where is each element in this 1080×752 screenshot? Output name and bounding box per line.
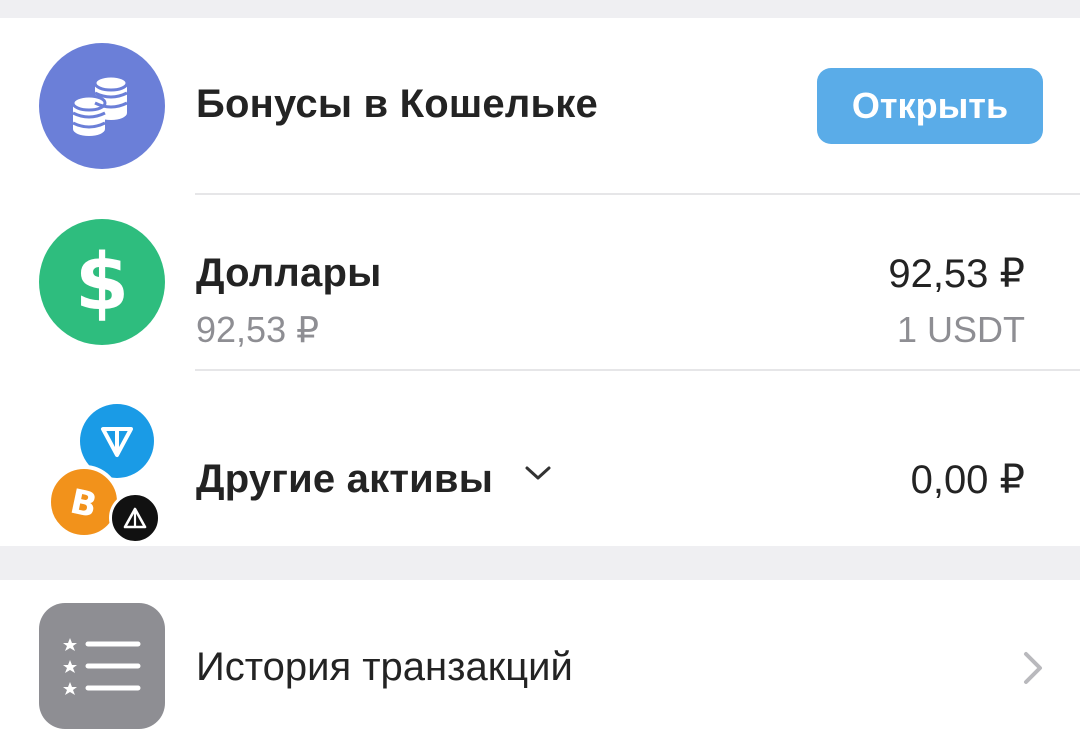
history-row[interactable]: История транзакций bbox=[0, 580, 1080, 752]
bonus-title: Бонусы в Кошельке bbox=[196, 82, 598, 126]
history-card: История транзакций bbox=[0, 580, 1080, 752]
svg-text:$: $ bbox=[75, 238, 129, 327]
dollars-title: Доллары bbox=[196, 251, 382, 295]
dollars-subtitle: 92,53 ₽ bbox=[196, 309, 319, 350]
bitcoin-icon: B bbox=[47, 465, 121, 539]
dollars-row[interactable]: $ Доллары 92,53 ₽ 92,53 ₽ 1 USDT bbox=[0, 195, 1080, 369]
wallet-assets-card: Бонусы в Кошельке Открыть $ Доллары 92,5… bbox=[0, 18, 1080, 546]
svg-text:B: B bbox=[67, 482, 101, 524]
other-assets-row[interactable]: B Другие активы 0,00 ₽ bbox=[0, 371, 1080, 546]
tron-icon bbox=[109, 492, 161, 544]
other-assets-title: Другие активы bbox=[196, 457, 494, 501]
coins-icon bbox=[39, 43, 165, 169]
open-button[interactable]: Открыть bbox=[817, 68, 1043, 144]
chevron-right-icon[interactable] bbox=[1020, 650, 1046, 691]
dollars-amount: 92,53 ₽ bbox=[888, 252, 1025, 296]
bonus-row[interactable]: Бонусы в Кошельке Открыть bbox=[0, 18, 1080, 193]
list-icon bbox=[39, 603, 165, 729]
history-title: История транзакций bbox=[196, 645, 573, 689]
dollars-amount-sub: 1 USDT bbox=[896, 309, 1025, 350]
other-assets-amount: 0,00 ₽ bbox=[910, 458, 1025, 502]
chevron-down-icon[interactable] bbox=[524, 463, 552, 488]
dollar-icon: $ bbox=[39, 219, 165, 345]
